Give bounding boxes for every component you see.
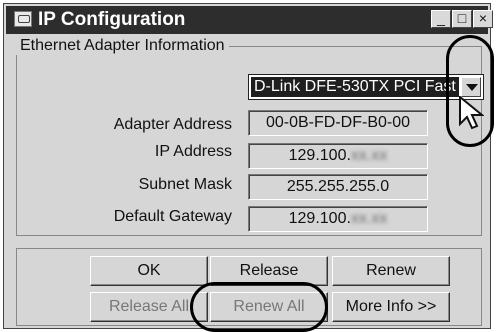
default-gateway-value: 129.100.xx.xx	[248, 206, 428, 232]
adapter-selected-value: D-Link DFE-530TX PCI Fast Ethe	[251, 77, 459, 97]
window-title: IP Configuration	[38, 9, 186, 30]
highlight-circle-renew-all	[190, 282, 328, 332]
default-gateway-hidden: xx.xx	[350, 210, 388, 227]
minimize-button[interactable]: _	[431, 10, 451, 28]
renew-button[interactable]: Renew	[332, 256, 450, 286]
mouse-pointer-icon	[459, 96, 484, 130]
ip-address-hidden: xx.xx	[350, 147, 388, 164]
default-gateway-visible: 129.100.	[288, 210, 351, 227]
subnet-mask-value: 255.255.255.0	[248, 174, 428, 200]
adapter-info-legend: Ethernet Adapter Information	[16, 37, 229, 55]
ip-configuration-window: IP Configuration _ □ × Ethernet Adapter …	[3, 3, 494, 332]
ip-address-value: 129.100.xx.xx	[248, 143, 428, 169]
ip-address-label: IP Address	[154, 143, 232, 160]
default-gateway-label: Default Gateway	[113, 208, 232, 225]
ip-config-icon	[14, 11, 32, 27]
adapter-address-label: Adapter Address	[113, 116, 232, 133]
more-info-button[interactable]: More Info >>	[332, 292, 450, 322]
title-bar: IP Configuration _ □ ×	[6, 6, 493, 34]
adapter-address-value: 00-0B-FD-DF-B0-00	[248, 110, 428, 136]
ok-button[interactable]: OK	[90, 256, 208, 286]
highlight-circle-dropdown	[446, 35, 494, 147]
maximize-button[interactable]: □	[452, 10, 472, 28]
close-button[interactable]: ×	[473, 10, 493, 28]
subnet-mask-label: Subnet Mask	[138, 176, 232, 193]
ip-address-visible: 129.100.	[288, 147, 351, 164]
